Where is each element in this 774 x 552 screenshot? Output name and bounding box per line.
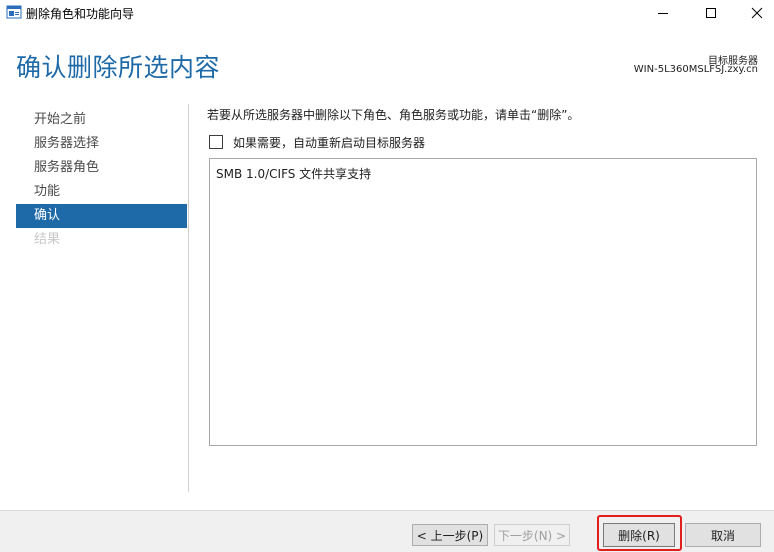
nav-item-server-roles[interactable]: 服务器角色 — [16, 156, 187, 180]
target-server-name: WIN-5L360MSLFSJ.zxy.cn — [633, 64, 758, 75]
delete-button[interactable]: 删除(R) — [603, 523, 675, 547]
page-title: 确认删除所选内容 — [16, 53, 221, 82]
close-button[interactable] — [734, 0, 774, 26]
instruction-text: 若要从所选服务器中删除以下角色、角色服务或功能，请单击“删除”。 — [207, 108, 580, 122]
wizard-nav: 开始之前 服务器选择 服务器角色 功能 确认 结果 — [16, 108, 187, 252]
window-title: 删除角色和功能向导 — [26, 7, 135, 21]
restart-checkbox[interactable] — [209, 135, 223, 149]
nav-item-confirmation[interactable]: 确认 — [16, 204, 187, 228]
nav-item-before-you-begin[interactable]: 开始之前 — [16, 108, 187, 132]
selected-items-list[interactable]: SMB 1.0/CIFS 文件共享支持 — [209, 158, 757, 446]
maximize-button[interactable] — [688, 0, 734, 26]
nav-item-features[interactable]: 功能 — [16, 180, 187, 204]
title-bar: 删除角色和功能向导 — [0, 0, 774, 26]
next-button: 下一步(N) > — [494, 524, 570, 546]
close-icon — [751, 4, 763, 23]
list-item: SMB 1.0/CIFS 文件共享支持 — [216, 167, 372, 181]
nav-item-server-selection[interactable]: 服务器选择 — [16, 132, 187, 156]
minimize-icon — [657, 4, 669, 23]
maximize-icon — [705, 4, 717, 23]
nav-item-results: 结果 — [34, 232, 61, 247]
restart-option[interactable]: 如果需要，自动重新启动目标服务器 — [209, 133, 425, 151]
minimize-button[interactable] — [640, 0, 686, 26]
nav-divider — [188, 104, 189, 492]
server-manager-icon — [6, 4, 22, 20]
cancel-button[interactable]: 取消 — [685, 523, 761, 547]
restart-label[interactable]: 如果需要，自动重新启动目标服务器 — [233, 134, 425, 151]
previous-button[interactable]: < 上一步(P) — [412, 524, 488, 546]
